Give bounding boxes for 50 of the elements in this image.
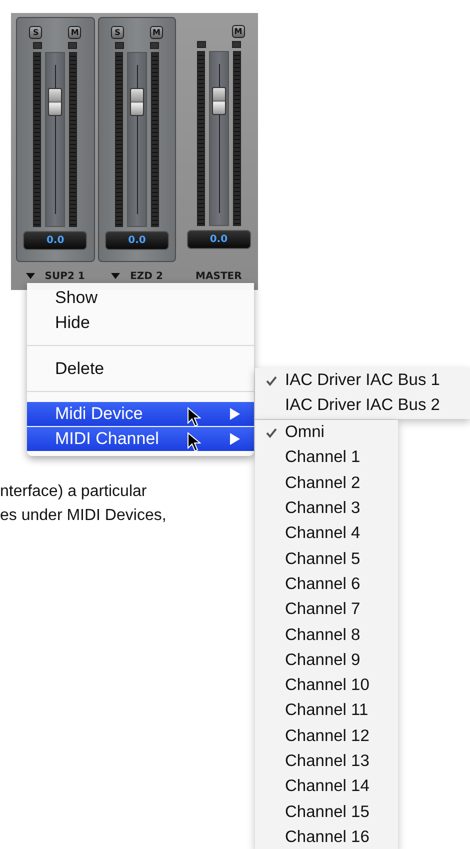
clip-led (68, 42, 78, 49)
menu-item[interactable]: Channel 14 (255, 774, 398, 800)
menu-item[interactable]: Channel 9 (255, 648, 398, 673)
clip-led (232, 41, 241, 48)
menu-item[interactable]: Channel 1 (255, 445, 398, 471)
clip-led (33, 42, 42, 49)
menu-item[interactable]: Channel 16 (255, 824, 398, 849)
caret-icon[interactable] (111, 273, 120, 279)
menu-item[interactable]: Delete (27, 356, 254, 381)
menu-item[interactable]: Show (27, 285, 254, 310)
menu-item[interactable]: Channel 15 (255, 799, 398, 825)
menu-item[interactable]: Channel 13 (255, 748, 398, 774)
menu-item[interactable]: Channel 11 (255, 698, 398, 724)
menu-item[interactable]: Channel 10 (255, 672, 398, 698)
channel-name: EZD 2 (130, 270, 163, 282)
channel-name: MASTER (196, 270, 242, 282)
menu-item[interactable]: Channel 3 (255, 496, 398, 522)
menu-item[interactable]: Channel 12 (255, 724, 398, 749)
mute-button[interactable]: M (150, 26, 163, 39)
menu-item[interactable]: Channel 5 (255, 546, 398, 572)
fader-thumb[interactable] (212, 87, 226, 116)
submenu-arrow-icon (230, 408, 240, 420)
channel-name: SUP2 1 (44, 270, 85, 282)
solo-button[interactable]: S (29, 26, 42, 39)
solo-button[interactable]: S (111, 26, 124, 39)
clip-led (196, 41, 206, 48)
menu-item[interactable]: Channel 4 (255, 521, 398, 546)
menu-item[interactable]: Omni (255, 420, 398, 446)
value-display: 0.0 (186, 230, 251, 249)
menu-item[interactable]: Channel 2 (255, 470, 398, 496)
menu-item[interactable]: MIDI Channel (27, 427, 254, 452)
clip-led (150, 42, 159, 49)
menu-item[interactable]: Midi Device (27, 402, 254, 427)
mute-button[interactable]: M (68, 26, 82, 39)
menu-item[interactable]: IAC Driver IAC Bus 1 (255, 368, 470, 394)
clip-led (115, 42, 124, 49)
fader-thumb[interactable] (130, 88, 144, 116)
menu-item[interactable]: Hide (27, 310, 254, 335)
submenu-arrow-icon (230, 433, 240, 445)
menu-item[interactable]: Channel 6 (255, 572, 398, 598)
menu-item[interactable]: Channel 8 (255, 622, 398, 648)
value-display: 0.0 (105, 231, 169, 250)
text-line: nterface) a particular (0, 482, 147, 502)
menu-item[interactable]: IAC Driver IAC Bus 2 (255, 393, 470, 419)
menu-item[interactable]: Channel 7 (255, 597, 398, 622)
fader-thumb[interactable] (48, 88, 62, 116)
mute-button[interactable]: M (232, 25, 245, 38)
caret-icon[interactable] (26, 273, 35, 279)
value-display: 0.0 (23, 231, 88, 250)
text-line: es under MIDI Devices, (0, 506, 166, 526)
